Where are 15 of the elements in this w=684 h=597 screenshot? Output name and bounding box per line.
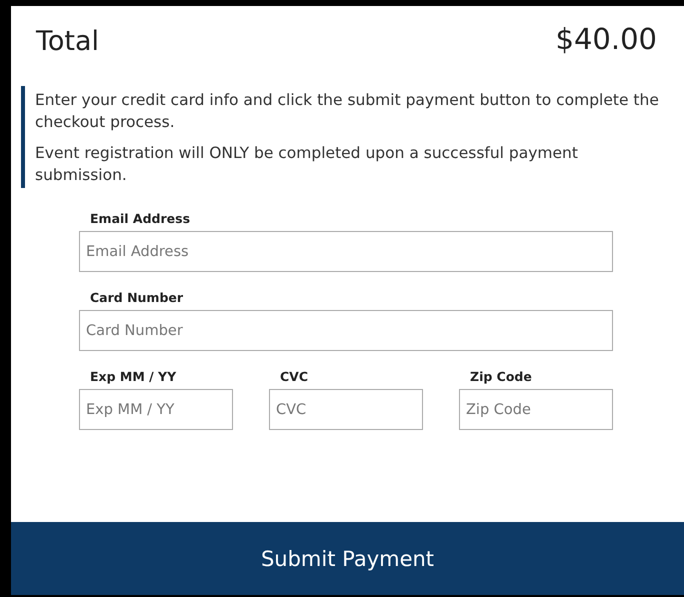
input-field[interactable]: Email Address bbox=[79, 231, 613, 272]
submit-button[interactable]: Submit Payment bbox=[11, 522, 684, 595]
input-field[interactable]: CVC bbox=[269, 389, 423, 430]
field-label: Card Number bbox=[89, 289, 184, 306]
notice-text: Enter your credit card info and click the submit payment button to complete the checkout process. bbox=[35, 90, 660, 133]
field-label: Exp MM / YY bbox=[89, 368, 178, 385]
input-field[interactable]: Exp MM / YY bbox=[79, 389, 233, 430]
notice-text: Event registration will ONLY be completed upon a successful payment submission. bbox=[35, 143, 579, 186]
field-label: Zip Code bbox=[469, 368, 533, 385]
input-field[interactable]: Zip Code bbox=[459, 389, 613, 430]
total-label: Total bbox=[36, 26, 100, 57]
field-label: Email Address bbox=[89, 210, 192, 227]
input-field[interactable]: Card Number bbox=[79, 310, 613, 351]
total-amount: $40.00 bbox=[556, 22, 657, 56]
field-label: CVC bbox=[279, 368, 310, 385]
